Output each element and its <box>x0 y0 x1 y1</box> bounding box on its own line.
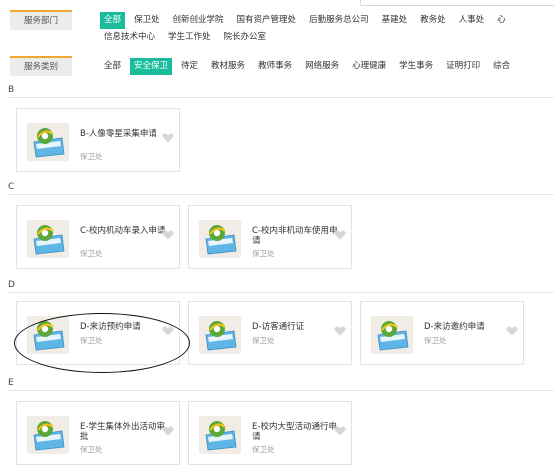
ie-folder-icon <box>199 220 241 258</box>
department-chip-psych-partial[interactable]: 心 <box>493 12 510 29</box>
department-chip-all[interactable]: 全部 <box>100 12 126 29</box>
department-chip-it-center[interactable]: 信息技术中心 <box>100 29 159 46</box>
heart-icon[interactable] <box>334 426 346 436</box>
section-divider <box>8 97 554 98</box>
category-chip-general[interactable]: 综合 <box>489 58 514 75</box>
service-card[interactable]: C-校内机动车录入申请 保卫处 <box>16 205 180 269</box>
department-chip-student-affairs[interactable]: 学生工作处 <box>164 29 215 46</box>
section-letter-d: D <box>8 280 15 290</box>
department-filter-label: 服务部门 <box>10 10 72 30</box>
service-card-title: E-学生集体外出活动审批 <box>80 422 165 442</box>
service-card-dept: 保卫处 <box>252 445 275 454</box>
service-card-dept: 保卫处 <box>80 445 103 454</box>
category-chip-all[interactable]: 全部 <box>100 58 125 75</box>
service-card[interactable]: C-校内非机动车使用申请 保卫处 <box>188 205 352 269</box>
service-card-dept: 保卫处 <box>252 336 275 345</box>
heart-icon[interactable] <box>162 426 174 436</box>
category-chip-mental-health[interactable]: 心理健康 <box>348 58 390 75</box>
ie-folder-icon <box>27 123 69 161</box>
service-card[interactable]: B-人像零星采集申请 保卫处 <box>16 108 180 172</box>
section-divider <box>8 390 554 391</box>
department-filter-items: 全部 保卫处 创新创业学院 国有资产管理处 后勤服务总公司 基建处 教务处 人事处心 信息技术… <box>100 11 554 45</box>
category-filter-items: 全部 安全保卫 待定 教材服务 教师事务 网络服务 心理健康 学生事务 证明打印 综合 <box>100 57 554 75</box>
service-card-title: D-访客通行证 <box>252 322 305 332</box>
service-card[interactable]: E-校内大型活动通行申请 保卫处 <box>188 401 352 465</box>
category-filter: 服务类别 全部 安全保卫 待定 教材服务 教师事务 网络服务 心理健康 学生事务 证明打印 综合 <box>10 56 554 76</box>
category-chip-network[interactable]: 网络服务 <box>301 58 343 75</box>
department-chip-logistics[interactable]: 后勤服务总公司 <box>305 12 373 29</box>
category-chip-certificate[interactable]: 证明打印 <box>442 58 484 75</box>
department-chip-assets[interactable]: 国有资产管理处 <box>233 12 301 29</box>
section-divider <box>8 292 554 293</box>
top-search-box[interactable] <box>360 0 554 6</box>
category-chip-teacher[interactable]: 教师事务 <box>254 58 296 75</box>
ie-folder-icon <box>199 316 241 354</box>
service-card-dept: 保卫处 <box>80 249 103 258</box>
service-card-title: C-校内非机动车使用申请 <box>252 226 338 246</box>
department-chip-construction[interactable]: 基建处 <box>378 12 412 29</box>
category-chip-textbook[interactable]: 教材服务 <box>207 58 249 75</box>
category-filter-label: 服务类别 <box>10 56 72 76</box>
department-chip-baoweichu[interactable]: 保卫处 <box>130 12 164 29</box>
service-card[interactable]: D-来访邀约申请 保卫处 <box>360 301 524 365</box>
annotation-ellipse <box>14 313 190 373</box>
ie-folder-icon <box>199 416 241 454</box>
service-card-dept: 保卫处 <box>424 336 447 345</box>
department-chip-personnel[interactable]: 人事处 <box>455 12 489 29</box>
ie-folder-icon <box>371 316 413 354</box>
heart-icon[interactable] <box>162 133 174 143</box>
department-chip-president-office[interactable]: 院长办公室 <box>220 29 271 46</box>
service-card-dept: 保卫处 <box>252 249 275 258</box>
department-chip-innovation[interactable]: 创新创业学院 <box>169 12 228 29</box>
ie-folder-icon <box>27 416 69 454</box>
heart-icon[interactable] <box>162 230 174 240</box>
service-card[interactable]: D-访客通行证 保卫处 <box>188 301 352 365</box>
heart-icon[interactable] <box>506 326 518 336</box>
category-chip-pending[interactable]: 待定 <box>177 58 202 75</box>
service-card-title: C-校内机动车录入申请 <box>80 226 166 236</box>
service-card-title: D-来访邀约申请 <box>424 322 485 332</box>
heart-icon[interactable] <box>334 326 346 336</box>
category-chip-security[interactable]: 安全保卫 <box>130 58 173 75</box>
department-chip-academic[interactable]: 教务处 <box>416 12 450 29</box>
section-letter-e: E <box>8 378 14 388</box>
ie-folder-icon <box>27 220 69 258</box>
service-card-title: E-校内大型活动通行申请 <box>252 422 337 442</box>
category-chip-student[interactable]: 学生事务 <box>395 58 437 75</box>
heart-icon[interactable] <box>334 230 346 240</box>
section-letter-b: B <box>8 85 15 95</box>
service-card-title: B-人像零星采集申请 <box>80 129 157 139</box>
department-filter: 服务部门 全部 保卫处 创新创业学院 国有资产管理处 后勤服务总公司 基建处 教务处 人事处心… <box>10 10 554 46</box>
service-card[interactable]: E-学生集体外出活动审批 保卫处 <box>16 401 180 465</box>
section-divider <box>8 194 554 195</box>
section-letter-c: C <box>8 182 15 192</box>
service-card-dept: 保卫处 <box>80 152 103 161</box>
